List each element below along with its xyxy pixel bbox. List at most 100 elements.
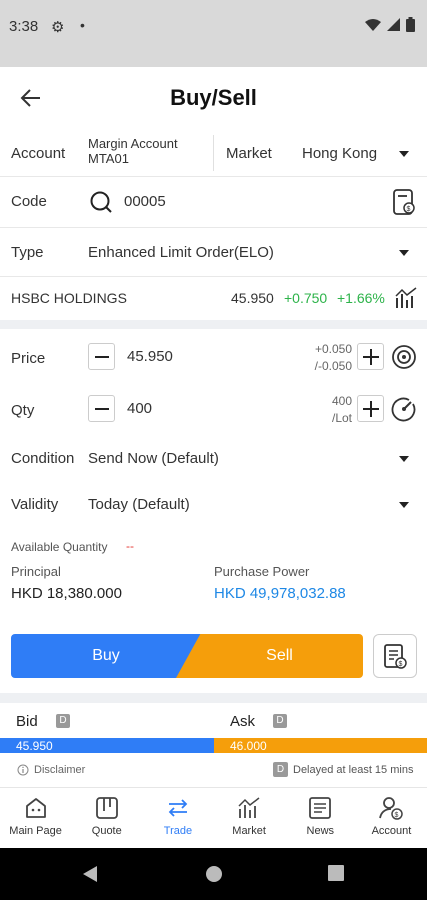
purchase-power-label: Purchase Power xyxy=(214,564,310,579)
tab-label: Account xyxy=(371,825,412,837)
buy-button[interactable]: Buy xyxy=(11,634,201,678)
tab-label: Trade xyxy=(163,825,193,837)
price-label: Price xyxy=(11,350,46,367)
price-step-down: /-0.050 xyxy=(314,359,352,373)
qty-calculator-icon[interactable] xyxy=(391,396,417,422)
search-icon[interactable] xyxy=(89,190,113,214)
market-dropdown-icon xyxy=(399,151,409,157)
minus-icon xyxy=(94,355,109,358)
app-header: Buy/Sell xyxy=(0,67,427,131)
chart-icon[interactable] xyxy=(394,286,418,310)
tab-label: News xyxy=(306,825,335,837)
available-quantity: Available Quantity -- xyxy=(0,538,427,556)
tab-main-page[interactable]: Main Page xyxy=(0,788,71,848)
account-label: Account xyxy=(11,145,66,162)
status-indicators xyxy=(365,17,415,32)
validity-row[interactable]: Validity Today (Default) xyxy=(0,481,427,525)
account-selector[interactable]: Margin Account MTA01 xyxy=(88,136,208,166)
signal-icon xyxy=(387,18,400,31)
price-increase-button[interactable] xyxy=(357,343,384,370)
system-nav-bar xyxy=(0,848,427,900)
qty-increase-button[interactable] xyxy=(357,395,384,422)
qty-decrease-button[interactable] xyxy=(88,395,115,422)
info-icon xyxy=(17,764,29,776)
available-quantity-label: Available Quantity xyxy=(11,540,108,554)
order-list-button[interactable]: $ xyxy=(373,634,417,678)
account-name: Margin Account xyxy=(88,136,178,151)
market-label: Market xyxy=(226,145,272,162)
stock-quote-row: HSBC HOLDINGS 45.950 +0.750 +1.66% xyxy=(0,277,427,319)
order-type-dropdown-icon xyxy=(399,250,409,256)
purchase-power-value[interactable]: HKD 49,978,032.88 xyxy=(214,585,346,602)
validity-value[interactable]: Today (Default) xyxy=(88,496,190,513)
bid-badge: D xyxy=(56,714,70,728)
status-bar: 3:38 ⚙ • xyxy=(0,0,427,67)
market-depth: Bid D Ask D 45.950 46.000 Disclaimer D D… xyxy=(0,703,427,787)
market-selector[interactable]: Hong Kong xyxy=(300,145,415,165)
order-type-row[interactable]: Type Enhanced Limit Order(ELO) xyxy=(0,228,427,276)
price-input[interactable]: 45.950 xyxy=(127,348,173,365)
section-separator xyxy=(0,320,427,329)
price-target-icon[interactable] xyxy=(391,344,417,370)
available-quantity-value: -- xyxy=(126,539,134,553)
validity-dropdown-icon xyxy=(399,502,409,508)
plus-icon xyxy=(362,400,379,417)
section-separator xyxy=(0,693,427,703)
page-title: Buy/Sell xyxy=(170,85,257,110)
plus-icon xyxy=(362,348,379,365)
type-label: Type xyxy=(11,244,44,261)
bid-price: 45.950 xyxy=(16,739,53,753)
column-divider xyxy=(213,135,214,171)
bid-label: Bid xyxy=(16,713,38,730)
tab-label: Quote xyxy=(91,825,122,837)
tab-account[interactable]: $ Account xyxy=(356,788,427,848)
code-input[interactable]: 00005 xyxy=(124,193,166,210)
disclaimer-text: Disclaimer xyxy=(34,764,86,776)
price-decrease-button[interactable] xyxy=(88,343,115,370)
sell-button[interactable]: Sell xyxy=(176,634,363,678)
market-value: Hong Kong xyxy=(302,145,378,162)
status-time: 3:38 xyxy=(9,18,39,35)
code-label: Code xyxy=(11,193,47,210)
price-step-up: +0.050 xyxy=(314,342,352,356)
settings-status-icon: ⚙ xyxy=(51,19,65,36)
balance-row: Principal HKD 18,380.000 Purchase Power … xyxy=(0,562,427,606)
nav-back-icon[interactable] xyxy=(82,865,98,883)
order-list-icon: $ xyxy=(384,644,407,669)
tab-trade[interactable]: Trade xyxy=(142,788,213,848)
condition-dropdown-icon xyxy=(399,456,409,462)
price-row: Price 45.950 +0.050 /-0.050 xyxy=(0,330,427,382)
stock-change: +0.750 xyxy=(284,290,328,306)
bid-bar: 45.950 xyxy=(0,738,214,753)
qty-label: Qty xyxy=(11,402,35,419)
home-icon xyxy=(25,798,46,818)
condition-label: Condition xyxy=(11,450,75,467)
nav-home-icon[interactable] xyxy=(205,865,223,883)
quote-icon xyxy=(95,797,118,819)
tab-quote[interactable]: Quote xyxy=(71,788,142,848)
ask-bar: 46.000 xyxy=(214,738,427,753)
stock-picker-icon[interactable]: $ xyxy=(392,188,416,216)
delay-badge: D xyxy=(273,762,288,777)
delay-text: Delayed at least 15 mins xyxy=(293,763,414,776)
validity-label: Validity xyxy=(11,496,59,513)
tab-news[interactable]: News xyxy=(285,788,356,848)
nav-recents-icon[interactable] xyxy=(328,865,344,881)
condition-row[interactable]: Condition Send Now (Default) xyxy=(0,436,427,480)
condition-value[interactable]: Send Now (Default) xyxy=(88,450,219,467)
code-row: Code 00005 $ xyxy=(0,177,427,227)
tab-label: Market xyxy=(232,825,266,837)
tab-market[interactable]: Market xyxy=(214,788,285,848)
lot-size-value: 400 xyxy=(331,394,352,408)
price-step: +0.050 /-0.050 xyxy=(305,341,352,375)
qty-input[interactable]: 400 xyxy=(127,400,152,417)
order-type-value[interactable]: Enhanced Limit Order(ELO) xyxy=(88,244,274,261)
lot-size: 400 /Lot xyxy=(305,393,352,427)
disclaimer-link[interactable]: Disclaimer xyxy=(17,764,85,776)
account-icon: $ xyxy=(379,797,404,820)
account-id: MTA01 xyxy=(88,151,129,166)
minus-icon xyxy=(94,407,109,410)
stock-name: HSBC HOLDINGS xyxy=(11,290,127,306)
ask-badge: D xyxy=(273,714,287,728)
depth-bar: 45.950 46.000 xyxy=(0,738,427,753)
